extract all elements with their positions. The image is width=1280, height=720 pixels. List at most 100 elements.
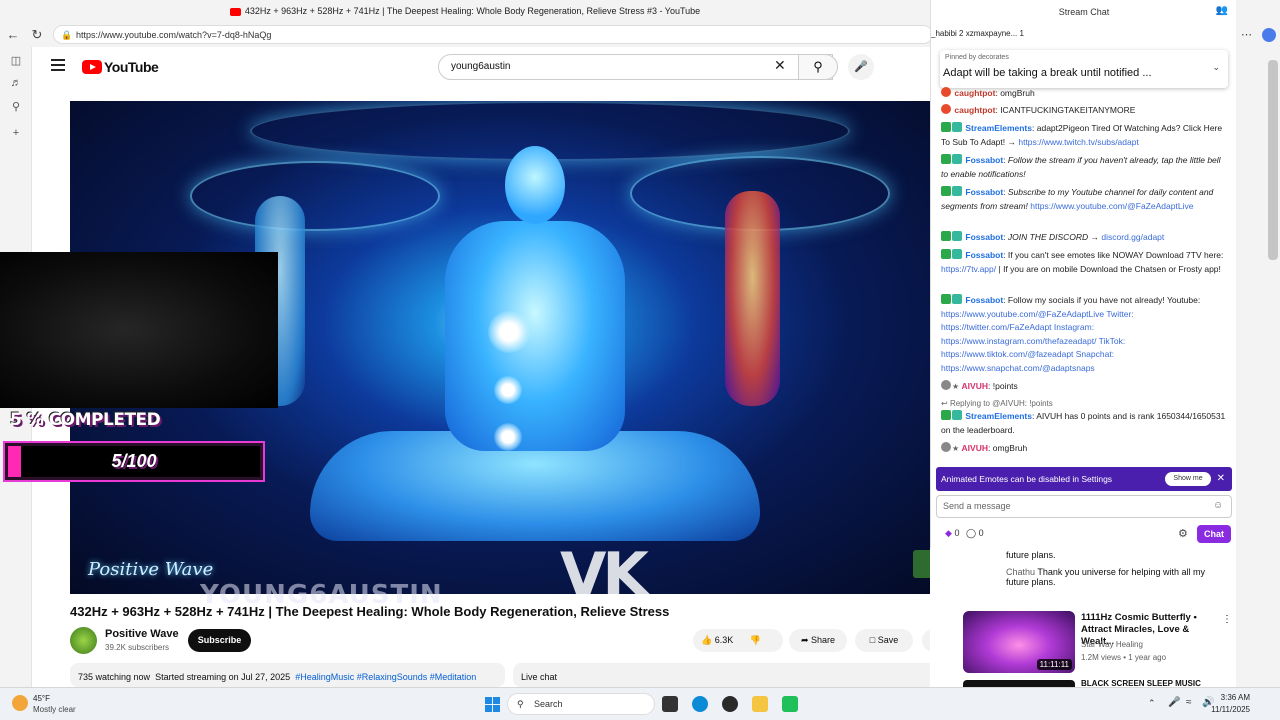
chat-link[interactable]: discord.gg/adapt <box>1101 232 1164 242</box>
gear-icon[interactable]: ⚙ <box>1178 527 1188 540</box>
more-icon[interactable]: ⋯ <box>1241 28 1252 41</box>
points-icon: ◯ <box>965 528 977 538</box>
microphone-icon[interactable]: 🎤 <box>1168 697 1180 708</box>
chat-links[interactable]: https://www.youtube.com/@FaZeAdaptLive T… <box>941 309 1134 373</box>
chat-message: caughtpot: ICANTFUCKINGTAKEITANYMORE <box>941 104 1226 118</box>
chat-link[interactable]: https://www.twitch.tv/subs/adapt <box>1018 137 1138 147</box>
webcam-overlay <box>0 252 278 408</box>
clock-time[interactable]: 3:36 AM <box>1210 693 1250 702</box>
copilot-icon[interactable] <box>1262 28 1276 42</box>
description-box[interactable]: 735 watching now Started streaming on Ju… <box>70 663 505 687</box>
moderator-badge-icon <box>952 410 962 420</box>
yt-chat-text: Thank you universe for helping with all … <box>1006 567 1205 587</box>
recommendation-menu-icon[interactable]: ⋮ <box>1222 614 1232 625</box>
live-chat-toggle[interactable]: Live chat <box>513 663 947 687</box>
pinned-by: Pinned by decorates <box>945 54 1009 61</box>
reload-icon[interactable]: ↻ <box>28 26 46 44</box>
chat-message: Fossabot: Subscribe to my Youtube channe… <box>941 186 1214 211</box>
chat-send-button[interactable]: Chat <box>1197 525 1231 543</box>
url-field[interactable]: 🔒 https://www.youtube.com/watch?v=7-dq8-… <box>53 25 933 44</box>
red-figure <box>725 191 780 406</box>
chevron-down-icon[interactable]: ⌄ <box>1212 62 1220 73</box>
weather-description[interactable]: Mostly clear <box>33 705 76 714</box>
chat-message: Fossabot: Follow my socials if you have … <box>941 294 1201 373</box>
weather-temperature[interactable]: 45°F <box>33 694 50 703</box>
share-button[interactable]: ➦ Share <box>789 629 847 652</box>
watching-count: 735 watching now <box>78 672 151 682</box>
chat-user[interactable]: StreamElements <box>965 123 1032 133</box>
chevron-up-icon[interactable]: ⌃ <box>1148 698 1156 709</box>
save-button[interactable]: □ Save <box>855 629 913 652</box>
clear-search-icon[interactable]: ✕ <box>774 57 786 74</box>
chat-user[interactable]: Fossabot <box>965 250 1003 260</box>
show-me-button[interactable]: Show me <box>1165 472 1211 486</box>
hashtags[interactable]: #HealingMusic #RelaxingSounds #Meditatio… <box>295 672 476 682</box>
chat-user[interactable]: caughtpot <box>954 88 995 98</box>
search-button[interactable]: ⚲ <box>798 54 838 80</box>
like-count[interactable]: 6.3K <box>715 635 734 645</box>
chat-message: Fossabot: Follow the stream if you haven… <box>941 154 1221 179</box>
task-view-icon[interactable] <box>662 696 678 712</box>
media-player-icon[interactable] <box>722 696 738 712</box>
save-icon: □ <box>869 635 876 645</box>
chat-message: Fossabot: JOIN THE DISCORD → discord.gg/… <box>941 231 1226 245</box>
channel-avatar[interactable] <box>70 627 97 654</box>
new-tab-icon[interactable]: + <box>8 125 24 141</box>
points-count: 0 <box>978 528 984 538</box>
close-icon[interactable]: ✕ <box>1217 467 1225 491</box>
channel-name[interactable]: Positive Wave <box>105 628 179 640</box>
subscribe-button[interactable]: Subscribe <box>188 629 251 652</box>
weather-icon[interactable] <box>12 695 28 711</box>
moderator-badge-icon <box>952 294 962 304</box>
chat-link[interactable]: https://www.youtube.com/@FaZeAdaptLive <box>1030 201 1193 211</box>
chat-text: If you can't see emotes like NOWAY Downl… <box>1007 250 1224 260</box>
search-rail-icon[interactable]: ⚲ <box>8 99 24 115</box>
badge-icon <box>941 380 951 390</box>
chat-user[interactable]: Fossabot <box>965 232 1003 242</box>
chat-message: ★ AIVUH: !points <box>941 380 1226 394</box>
chat-text: omgBruh <box>992 443 1028 453</box>
like-dislike-group: 👍 6.3K 👎 <box>693 629 783 652</box>
moderator-badge-icon <box>952 122 962 132</box>
moderator-badge-icon <box>952 231 962 241</box>
dislike-icon[interactable]: 👎 <box>750 635 761 645</box>
like-icon[interactable]: 👍 <box>701 635 712 645</box>
chat-user[interactable]: Fossabot <box>965 295 1003 305</box>
edge-browser-icon[interactable] <box>692 696 708 712</box>
recommendation-channel[interactable]: Star Way Healing <box>1081 640 1143 649</box>
chat-user[interactable]: Fossabot <box>965 155 1003 165</box>
back-icon[interactable]: ← <box>4 26 22 44</box>
scrollbar[interactable] <box>1268 60 1278 260</box>
chat-message-input[interactable]: Send a message <box>936 495 1232 518</box>
chat-user[interactable]: Fossabot <box>965 187 1003 197</box>
app-icon[interactable] <box>782 696 798 712</box>
menu-icon[interactable] <box>51 59 65 71</box>
recommendation-thumbnail[interactable]: 11:11:11 <box>963 611 1075 673</box>
pinned-message[interactable]: Pinned by decorates Adapt will be taking… <box>940 50 1228 88</box>
chat-user[interactable]: StreamElements <box>965 411 1032 421</box>
channel-points[interactable]: ◆ 0 ◯ 0 <box>945 528 984 539</box>
voice-search-icon[interactable]: 🎤 <box>848 54 874 80</box>
moderator-badge-icon <box>952 249 962 259</box>
wifi-icon[interactable]: ≈ <box>1186 697 1192 708</box>
clock-date[interactable]: 11/11/2025 <box>1200 705 1250 714</box>
youtube-logo[interactable]: YouTube <box>82 58 159 76</box>
chat-user[interactable]: caughtpot <box>954 105 995 115</box>
youtube-header: YouTube young6austin ✕ ⚲ 🎤 <box>33 47 930 87</box>
start-icon[interactable] <box>485 697 500 712</box>
chat-link[interactable]: https://7tv.app/ <box>941 264 996 274</box>
chat-user[interactable]: AIVUH <box>962 443 988 453</box>
users-icon[interactable]: 👥 <box>1216 5 1228 16</box>
chat-user[interactable]: AIVUH <box>962 381 988 391</box>
video-brand-watermark: Positive Wave <box>88 559 214 580</box>
audio-icon[interactable]: ♬ <box>8 75 24 91</box>
tab-actions-icon[interactable]: ◫ <box>8 53 24 69</box>
taskbar-search[interactable]: ⚲ Search <box>507 693 655 715</box>
chakra-light <box>494 376 522 404</box>
emoji-icon[interactable]: ☺ <box>1213 500 1223 511</box>
sub-goal-count: 5/100 <box>111 451 157 471</box>
file-explorer-icon[interactable] <box>752 696 768 712</box>
next-recommendation-title[interactable]: BLACK SCREEN SLEEP MUSIC <box>1081 679 1231 687</box>
next-recommendation-thumbnail[interactable] <box>963 680 1075 687</box>
lock-icon: 🔒 <box>61 30 73 40</box>
